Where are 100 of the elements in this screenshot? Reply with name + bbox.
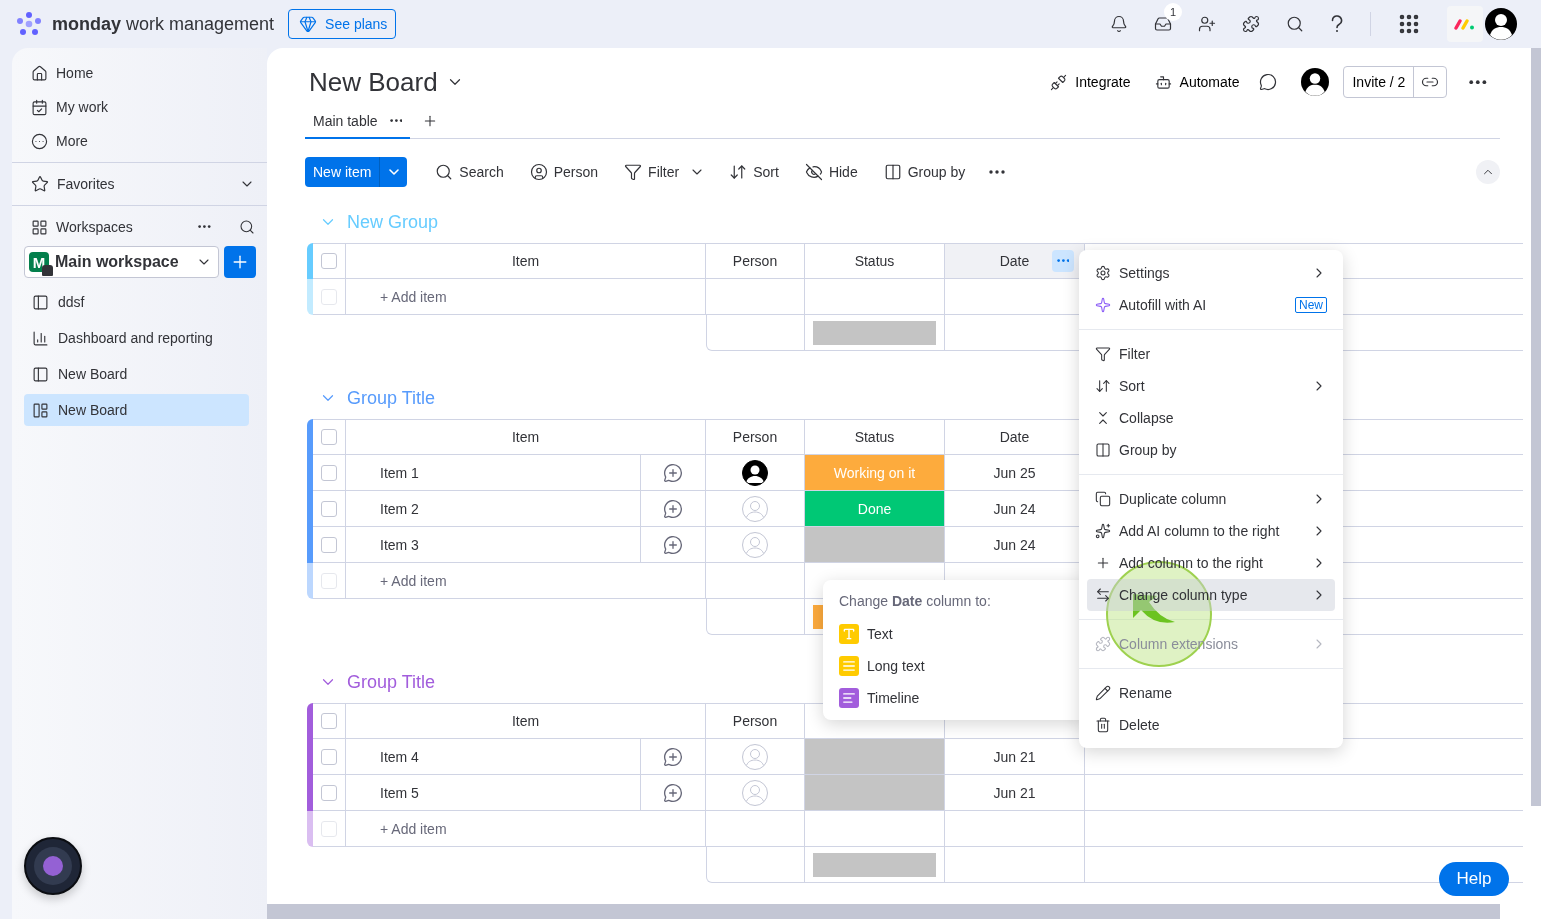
menu-item[interactable]: Rename <box>1087 677 1335 709</box>
search-icon[interactable] <box>1286 15 1304 33</box>
robot-icon <box>1154 73 1172 91</box>
board-icon <box>32 293 49 311</box>
more-icon[interactable] <box>198 225 211 229</box>
view-tab[interactable]: Main table <box>305 104 411 139</box>
checkbox[interactable] <box>321 748 337 765</box>
menu-item[interactable]: Filter <box>1087 338 1335 370</box>
date-cell[interactable]: Jun 21 <box>945 775 1085 811</box>
menu-item[interactable]: Timeline <box>831 682 1079 714</box>
toolbar-button[interactable]: Sort <box>721 163 787 181</box>
brand-mark-icon[interactable] <box>1454 18 1476 30</box>
menu-item[interactable]: Autofill with AI New <box>1087 289 1335 321</box>
nav-item[interactable]: Home <box>12 56 255 90</box>
help-button[interactable]: Help <box>1439 862 1509 896</box>
see-plans-button[interactable]: See plans <box>288 9 397 39</box>
invite-user-icon[interactable] <box>1198 15 1216 33</box>
board-icon <box>32 365 49 383</box>
checkbox[interactable] <box>321 253 337 269</box>
pencil-icon <box>1095 685 1111 701</box>
checkbox[interactable] <box>321 464 337 481</box>
checkbox[interactable] <box>321 429 337 445</box>
group-by-icon <box>1095 442 1111 458</box>
item-name[interactable]: Item 4 <box>346 739 641 775</box>
board-item[interactable]: New Board <box>24 358 249 390</box>
board-action-button[interactable]: Automate <box>1150 69 1244 95</box>
item-name[interactable]: Item 1 <box>346 455 641 491</box>
toolbar-button[interactable]: Hide <box>796 163 866 181</box>
board-item[interactable]: Dashboard and reporting <box>24 322 249 354</box>
add-item-field[interactable]: + Add item <box>346 811 706 847</box>
toolbar-button[interactable]: Group by <box>875 163 974 181</box>
add-update-icon[interactable] <box>663 534 683 555</box>
chart-icon <box>32 329 49 347</box>
menu-item[interactable]: Long text <box>831 650 1079 682</box>
favorites-section[interactable]: Favorites <box>12 167 255 201</box>
checkbox[interactable] <box>321 536 337 553</box>
menu-item[interactable]: Settings <box>1087 257 1335 289</box>
new-item-button[interactable]: New item <box>305 157 380 187</box>
board-title[interactable]: New Board <box>309 66 438 98</box>
group-title[interactable]: Group Title <box>347 671 436 693</box>
column-header[interactable]: Status <box>805 243 945 279</box>
add-item-field[interactable]: + Add item <box>346 279 706 315</box>
menu-item[interactable]: Group by <box>1087 434 1335 466</box>
notifications-icon[interactable] <box>1110 15 1128 33</box>
nav-item[interactable]: More <box>12 124 255 158</box>
menu-item[interactable]: Duplicate column <box>1087 483 1335 515</box>
add-button[interactable] <box>224 246 256 278</box>
puzzle-icon[interactable] <box>1242 15 1260 33</box>
new-item-dropdown-button[interactable] <box>379 157 408 187</box>
group-by-icon <box>883 163 902 181</box>
add-update-icon[interactable] <box>663 498 683 519</box>
new-badge: New <box>1295 297 1327 313</box>
eye-slash-icon <box>804 163 823 181</box>
scrollbar[interactable] <box>1531 48 1541 806</box>
menu-item[interactable]: Add AI column to the right <box>1087 515 1335 547</box>
board-item[interactable]: New Board <box>24 394 249 426</box>
user-avatar[interactable] <box>742 459 768 486</box>
menu-item[interactable]: Collapse <box>1087 402 1335 434</box>
board-action-button[interactable]: Integrate <box>1046 69 1135 95</box>
help-icon[interactable] <box>1330 15 1344 33</box>
nav-item[interactable]: My work <box>12 90 255 124</box>
board-item[interactable]: ddsf <box>24 286 249 318</box>
menu-item[interactable]: Change column type <box>1087 579 1335 611</box>
scrollbar[interactable] <box>267 904 1500 919</box>
add-update-icon[interactable] <box>663 462 683 483</box>
column-header[interactable]: Person <box>706 703 805 739</box>
menu-item[interactable]: Delete <box>1087 709 1335 741</box>
item-name[interactable]: Item 3 <box>346 527 641 563</box>
column-header[interactable]: Person <box>706 419 805 455</box>
column-options-button[interactable] <box>1052 250 1074 272</box>
checkbox[interactable] <box>321 500 337 517</box>
workspace-selector[interactable]: M Main workspace <box>24 246 219 278</box>
column-header[interactable]: Date <box>945 243 1085 279</box>
column-header[interactable]: Person <box>706 243 805 279</box>
item-name[interactable]: Item 5 <box>346 775 641 811</box>
checkbox[interactable] <box>321 713 337 729</box>
plug-icon <box>1050 73 1068 91</box>
add-update-icon[interactable] <box>663 746 683 767</box>
submenu-heading: Change Date column to: <box>838 592 992 611</box>
toolbar-button[interactable]: Person <box>521 163 607 181</box>
apps-grid-icon[interactable] <box>1397 12 1421 36</box>
inbox-icon[interactable] <box>1154 15 1172 33</box>
comment-icon[interactable] <box>1259 73 1278 91</box>
assistant-button[interactable] <box>24 837 82 895</box>
more-icon[interactable] <box>1469 79 1487 85</box>
toolbar-button[interactable]: Filter <box>616 163 688 181</box>
user-avatar[interactable] <box>1485 8 1517 40</box>
toolbar-button[interactable]: Search <box>427 163 512 181</box>
search-icon[interactable] <box>239 219 255 235</box>
column-header[interactable]: Item <box>346 419 706 455</box>
menu-item[interactable]: Text <box>831 618 1079 650</box>
add-item-field[interactable]: + Add item <box>346 563 706 599</box>
column-header[interactable]: Item <box>346 243 706 279</box>
more-icon[interactable] <box>989 170 1006 174</box>
column-header[interactable]: Item <box>346 703 706 739</box>
checkbox[interactable] <box>321 784 337 801</box>
menu-item[interactable]: Sort <box>1087 370 1335 402</box>
user-avatar[interactable] <box>1301 68 1330 96</box>
item-name[interactable]: Item 2 <box>346 491 641 527</box>
add-update-icon[interactable] <box>663 782 683 803</box>
